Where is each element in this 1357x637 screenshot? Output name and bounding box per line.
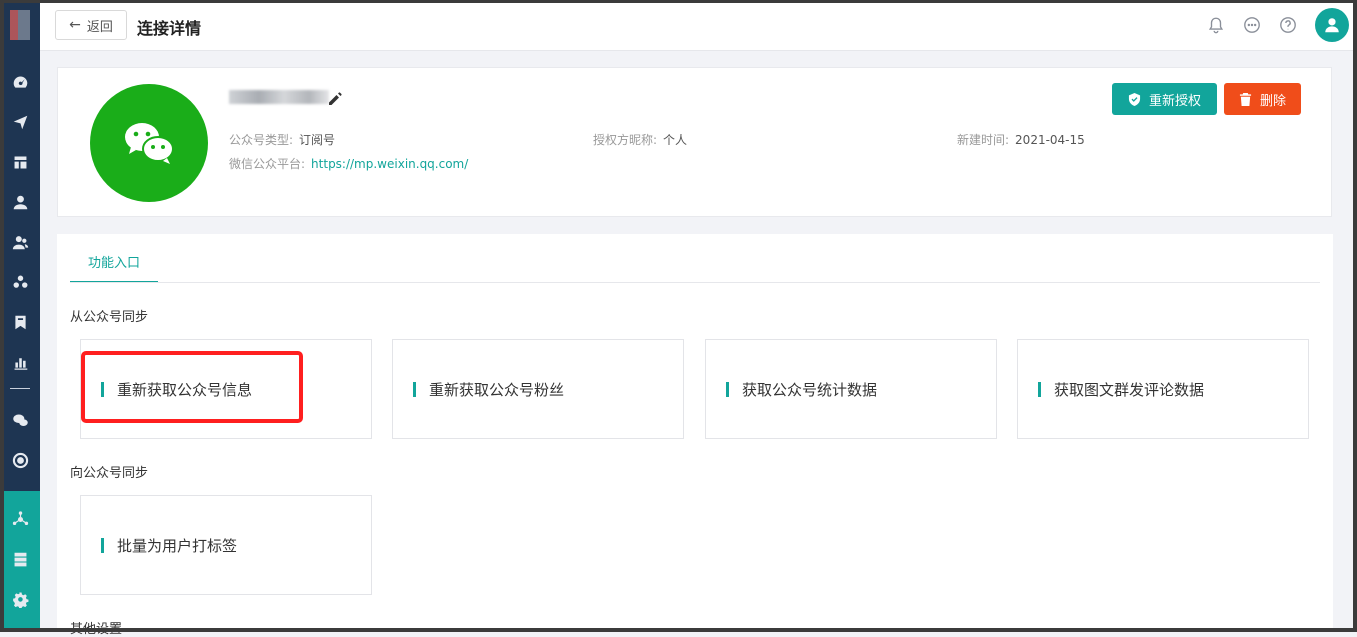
section-title-other-settings: 其他设置 [70, 622, 123, 637]
delete-button-label: 删除 [1259, 93, 1286, 109]
wechat-icon[interactable] [10, 410, 30, 430]
shield-icon [1128, 92, 1141, 106]
reauthorize-button-label: 重新授权 [1148, 93, 1201, 109]
wechat-platform: 微信公众平台: https://mp.weixin.qq.com/ [229, 155, 468, 172]
card-fetch-comments[interactable]: 获取图文群发评论数据 [1017, 339, 1309, 439]
card-accent-bar [1038, 381, 1041, 397]
bar-chart-icon[interactable] [10, 352, 30, 372]
bell-icon[interactable] [1207, 16, 1225, 34]
auth-nickname: 授权方昵称: 个人 [593, 131, 687, 148]
created-time: 新建时间: 2021-04-15 [957, 131, 1085, 148]
auth-nickname-value: 个人 [663, 133, 688, 147]
auth-nickname-label: 授权方昵称: [593, 133, 658, 147]
card-label: 获取公众号统计数据 [742, 380, 878, 399]
layout-icon[interactable] [10, 152, 30, 172]
card-batch-tag-users[interactable]: 批量为用户打标签 [80, 495, 372, 595]
back-button[interactable]: ← 返回 [55, 10, 127, 40]
tab-divider [70, 282, 1320, 283]
dashboard-icon[interactable] [10, 72, 30, 92]
sidebar-divider [10, 388, 30, 389]
help-icon[interactable] [1279, 16, 1297, 34]
trash-icon [1239, 92, 1252, 106]
users-icon[interactable] [10, 232, 30, 252]
sidebar [0, 0, 40, 632]
bookmark-icon[interactable] [10, 312, 30, 332]
gear-icon[interactable] [10, 589, 30, 609]
card-label: 批量为用户打标签 [117, 536, 238, 555]
card-label: 重新获取公众号粉丝 [429, 380, 565, 399]
wechat-logo-icon [90, 84, 208, 202]
send-icon[interactable] [10, 112, 30, 132]
wechat-platform-label: 微信公众平台: [229, 157, 306, 171]
arrow-left-icon: ← [69, 17, 81, 33]
account-type: 公众号类型: 订阅号 [229, 131, 335, 148]
network-icon[interactable] [10, 509, 30, 529]
page-title: 连接详情 [137, 19, 202, 38]
card-accent-bar [101, 537, 104, 553]
red-highlight-annotation [81, 351, 303, 423]
created-time-label: 新建时间: [957, 133, 1010, 147]
card-fetch-statistics[interactable]: 获取公众号统计数据 [705, 339, 997, 439]
chat-icon[interactable] [1243, 16, 1261, 34]
tab-function-entry[interactable]: 功能入口 [70, 252, 158, 283]
account-name-redacted [229, 90, 329, 104]
server-icon[interactable] [10, 549, 30, 569]
edit-name-icon[interactable] [328, 91, 342, 105]
card-refetch-followers[interactable]: 重新获取公众号粉丝 [392, 339, 684, 439]
section-title-sync-from: 从公众号同步 [70, 310, 149, 325]
card-label: 获取图文群发评论数据 [1054, 380, 1205, 399]
tab-function-entry-label: 功能入口 [87, 256, 140, 271]
reauthorize-button[interactable]: 重新授权 [1112, 83, 1217, 115]
delete-button[interactable]: 删除 [1224, 83, 1301, 115]
app-logo [10, 10, 30, 40]
created-time-value: 2021-04-15 [1015, 133, 1085, 147]
top-bar: ← 返回 连接详情 [40, 0, 1357, 51]
wechat-platform-link[interactable]: https://mp.weixin.qq.com/ [311, 157, 468, 171]
section-title-sync-to: 向公众号同步 [70, 466, 149, 481]
user-icon[interactable] [10, 192, 30, 212]
radar-icon[interactable] [10, 450, 30, 470]
account-type-value: 订阅号 [299, 133, 336, 147]
function-panel: 功能入口 从公众号同步 重新获取公众号信息 重新获取公众号粉丝 获取公众号统计数… [57, 234, 1333, 637]
card-accent-bar [413, 381, 416, 397]
account-info-card: 公众号类型: 订阅号 授权方昵称: 个人 新建时间: 2021-04-15 微信公众平… [57, 67, 1332, 217]
account-type-label: 公众号类型: [229, 133, 294, 147]
sidebar-bottom-section [0, 491, 40, 632]
avatar-icon[interactable] [1315, 8, 1349, 42]
group-icon[interactable] [10, 272, 30, 292]
card-accent-bar [726, 381, 729, 397]
back-button-label: 返回 [86, 19, 113, 35]
